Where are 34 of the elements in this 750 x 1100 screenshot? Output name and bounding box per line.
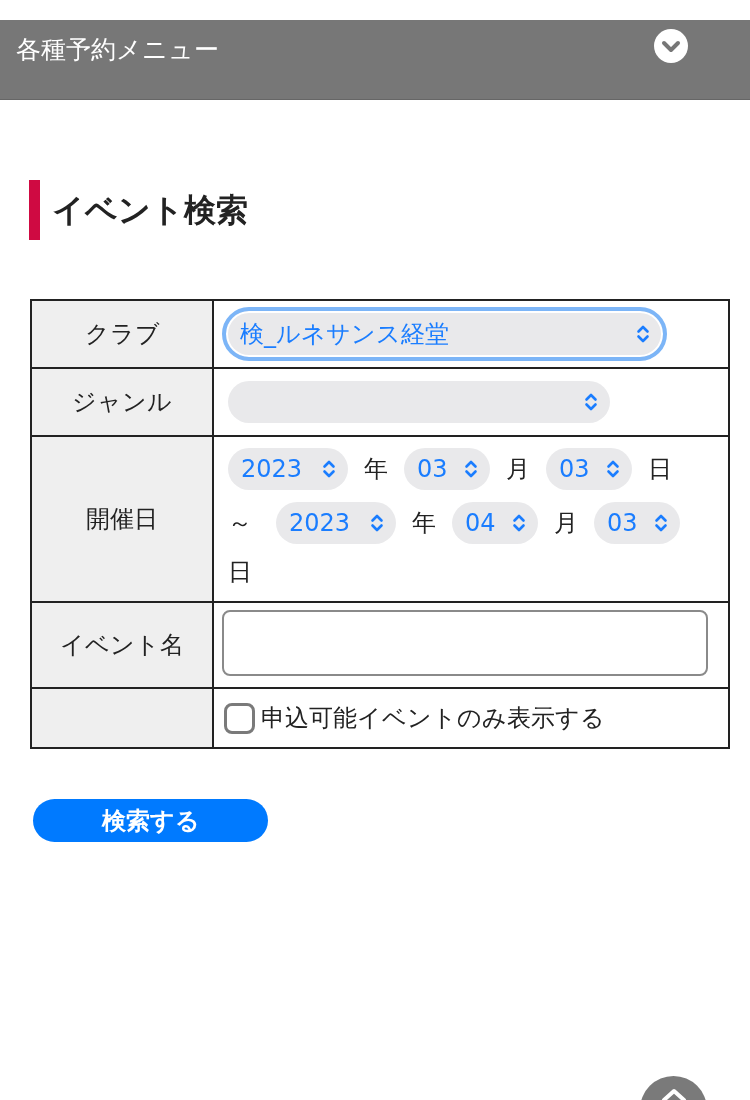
up-down-chevron-icon [512,513,526,533]
date-unit-label: 月 [554,508,578,539]
date-unit-label: 日 [228,557,252,588]
field-label: クラブ [31,300,213,368]
field-label: 開催日 [31,436,213,602]
date-unit-label: 日 [648,454,672,485]
field-label: ジャンル [31,368,213,436]
up-down-chevron-icon [464,459,478,479]
month-select[interactable]: 03 [404,448,490,490]
up-down-chevron-icon [370,513,384,533]
up-down-chevron-icon [606,459,620,479]
year-select[interactable]: 2023 [276,502,396,544]
month-select[interactable]: 04 [452,502,538,544]
up-down-chevron-icon [322,459,336,479]
range-separator: ～ [228,508,252,539]
chevron-down-icon[interactable] [654,29,688,63]
year-select[interactable]: 2023 [228,448,348,490]
field-label: イベント名 [31,602,213,688]
date-unit-label: 月 [506,454,530,485]
day-select[interactable]: 03 [546,448,632,490]
up-down-chevron-icon [584,392,598,412]
club-select[interactable]: 検_ルネサンス経堂 [222,307,667,361]
event-name-field[interactable] [222,610,708,676]
page-heading: イベント検索 [52,190,248,230]
up-down-chevron-icon [636,324,650,344]
chevron-up-icon [660,1088,687,1100]
day-select[interactable]: 03 [594,502,680,544]
heading-accent-bar [29,180,40,240]
date-unit-label: 年 [364,454,388,485]
menu-title: 各種予約メニュー [16,35,219,65]
search-button[interactable]: 検索する [33,799,268,842]
checkbox[interactable] [224,702,255,734]
date-unit-label: 年 [412,508,436,539]
up-down-chevron-icon [654,513,668,533]
